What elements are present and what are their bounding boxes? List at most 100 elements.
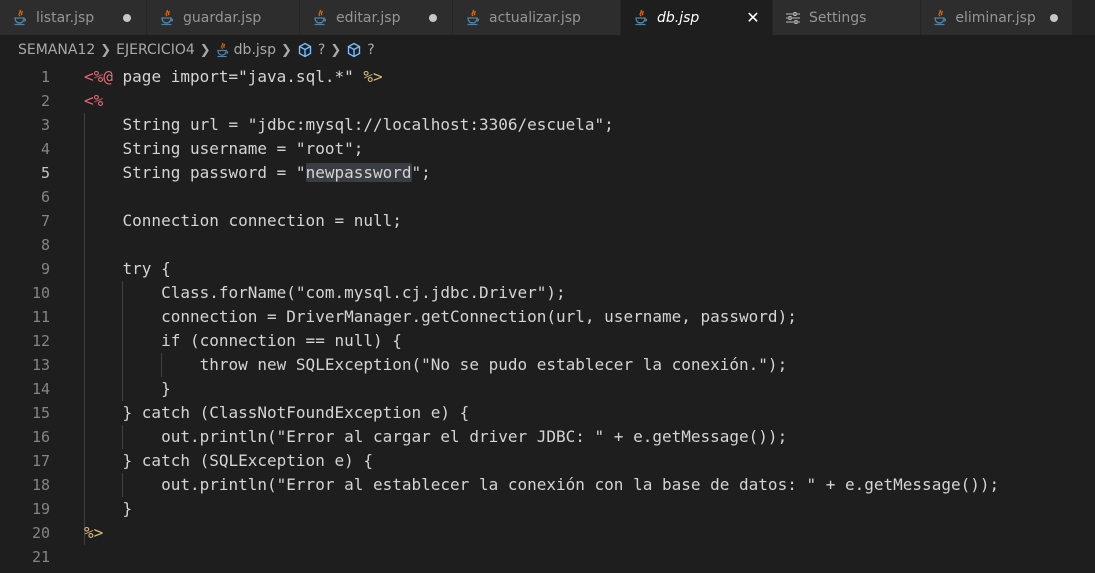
cube-icon [346,42,362,58]
line-number: 20 [31,524,50,542]
line-number: 9 [40,260,50,278]
breadcrumb-folder-ejercicio4[interactable]: EJERCICIO4 [116,42,195,58]
line-number: 19 [31,500,50,518]
code-line[interactable]: 4 String username = "root"; [0,137,1095,161]
code-text: connection = DriverManager.getConnection… [84,307,797,326]
jsp-tag-delimiter: %> [84,523,104,542]
code-text: } catch (SQLException e) { [84,451,373,470]
breadcrumb-symbol-label: ? [367,42,375,58]
line-number: 13 [31,356,50,374]
code-text: String password = "newpassword"; [84,163,431,182]
code-line[interactable]: 2 <% [0,89,1095,113]
code-line[interactable]: 7 Connection connection = null; [0,209,1095,233]
tab-eliminar[interactable]: eliminar.jsp [921,0,1073,35]
code-text: throw new SQLException("No se pudo estab… [84,355,788,374]
code-text: out.println("Error al establecer la cone… [84,475,1000,494]
code-line[interactable]: 17 } catch (SQLException e) { [0,449,1095,473]
code-line[interactable]: 8 [0,233,1095,257]
code-text: String username = "root"; [84,139,364,158]
code-line[interactable]: 21 [0,545,1095,569]
code-text: <%@ page import="java.sql.*" %> [84,67,383,86]
code-line[interactable]: 16 out.println("Error al cargar el drive… [0,425,1095,449]
tab-actualizar[interactable]: actualizar.jsp [453,0,621,35]
line-number: 17 [31,452,50,470]
settings-sliders-icon [785,9,801,27]
code-line[interactable]: 3 String url = "jdbc:mysql://localhost:3… [0,113,1095,137]
breadcrumb-folder-semana12[interactable]: SEMANA12 [18,42,95,58]
code-line[interactable]: 19 } [0,497,1095,521]
code-line[interactable]: 11 connection = DriverManager.getConnect… [0,305,1095,329]
jsp-tag-delimiter: <% [84,91,104,110]
code-text: } catch (ClassNotFoundException e) { [84,403,470,422]
line-number: 7 [40,212,50,230]
code-line[interactable]: 20 %> [0,521,1095,545]
tab-label: db.jsp [657,9,700,26]
code-text: } [84,379,171,398]
line-number: 5 [40,164,50,182]
code-text: String url = "jdbc:mysql://localhost:330… [84,115,614,134]
code-line[interactable]: 10 Class.forName("com.mysql.cj.jdbc.Driv… [0,281,1095,305]
tab-label: eliminar.jsp [955,9,1036,26]
code-line[interactable]: 12 if (connection == null) { [0,329,1095,353]
line-number: 21 [31,548,50,566]
java-cup-icon [12,9,28,27]
code-line[interactable]: 18 out.println("Error al establecer la c… [0,473,1095,497]
chevron-right-icon: ❯ [280,42,292,58]
line-number: 6 [40,188,50,206]
code-text: <% [84,89,103,113]
code-line[interactable]: 14 } [0,377,1095,401]
tab-db-active[interactable]: db.jsp ✕ [621,0,773,35]
jsp-tag-delimiter: <%@ [84,67,113,86]
java-cup-icon [465,9,481,27]
code-line-current[interactable]: 5 String password = "newpassword"; [0,161,1095,185]
line-number: 1 [40,68,50,86]
tab-listar[interactable]: listar.jsp [0,0,147,35]
code-text: %> [84,521,103,545]
code-text: Class.forName("com.mysql.cj.jdbc.Driver"… [84,283,566,302]
unsaved-dot-icon[interactable] [424,9,442,27]
tab-editar[interactable]: editar.jsp [300,0,453,35]
line-number: 10 [31,284,50,302]
close-icon[interactable]: ✕ [744,8,762,27]
unsaved-dot-icon[interactable] [118,9,136,27]
line-number: 3 [40,116,50,134]
code-text: } [84,499,133,518]
code-line[interactable]: 6 [0,185,1095,209]
java-cup-icon [633,9,649,27]
tab-label: editar.jsp [336,9,401,26]
java-cup-icon [216,42,229,58]
selection-highlight: newpassword [305,163,412,182]
chevron-right-icon: ❯ [199,42,211,58]
breadcrumb: SEMANA12 ❯ EJERCICIO4 ❯ db.jsp ❯ ? ❯ ? [0,35,1095,65]
java-cup-icon [312,9,328,27]
line-number: 12 [31,332,50,350]
code-text: Connection connection = null; [84,211,402,230]
tab-label: listar.jsp [36,9,95,26]
tab-label: guardar.jsp [183,9,262,26]
breadcrumb-file[interactable]: db.jsp [216,42,276,58]
tab-label: actualizar.jsp [489,9,581,26]
breadcrumb-symbol-label: ? [317,42,326,58]
line-number: 15 [31,404,50,422]
cube-icon [297,42,313,58]
line-number: 14 [31,380,50,398]
code-line[interactable]: 15 } catch (ClassNotFoundException e) { [0,401,1095,425]
tab-guardar[interactable]: guardar.jsp [147,0,300,35]
java-cup-icon [159,9,175,27]
tab-settings[interactable]: Settings [773,0,921,35]
breadcrumb-symbol-2[interactable]: ? [346,42,375,58]
unsaved-dot-icon[interactable] [1046,9,1062,27]
code-line[interactable]: 13 throw new SQLException("No se pudo es… [0,353,1095,377]
chevron-right-icon: ❯ [330,42,342,58]
chevron-right-icon: ❯ [100,42,112,58]
line-number: 4 [40,140,50,158]
code-line[interactable]: 9 try { [0,257,1095,281]
code-text: try { [84,259,171,278]
breadcrumb-symbol-1[interactable]: ? [297,42,325,58]
line-number: 8 [40,236,50,254]
tab-label: Settings [809,9,867,26]
java-cup-icon [933,9,947,27]
code-line[interactable]: 1 <%@ page import="java.sql.*" %> [0,65,1095,89]
line-number: 2 [40,92,50,110]
code-editor[interactable]: 1 <%@ page import="java.sql.*" %> 2 <% 3 S… [0,65,1095,573]
